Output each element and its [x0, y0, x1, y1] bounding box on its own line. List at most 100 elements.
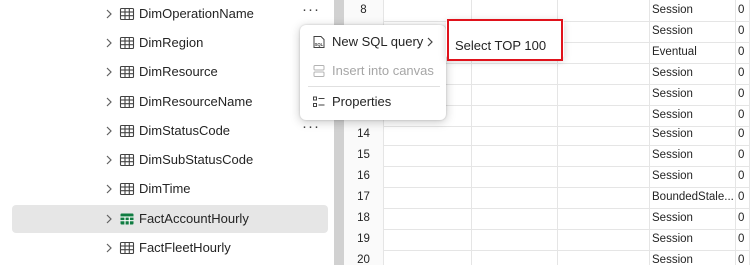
table-cell[interactable]	[384, 166, 472, 187]
row-number: 19	[344, 229, 384, 250]
table-cell[interactable]: Session	[650, 145, 736, 166]
table-cell[interactable]: 0	[736, 124, 750, 145]
table-cell[interactable]: 0	[736, 166, 750, 187]
table-cell[interactable]: 0	[736, 42, 750, 63]
tree-item-label: FactFleetHourly	[139, 240, 231, 255]
table-cell[interactable]	[558, 63, 650, 84]
table-cell[interactable]	[558, 42, 650, 63]
table-cell[interactable]	[558, 250, 650, 265]
table-cell[interactable]	[472, 229, 558, 250]
table-cell[interactable]: Session	[650, 229, 736, 250]
table-cell[interactable]	[472, 166, 558, 187]
table-cell[interactable]	[472, 63, 558, 84]
table-row: 17 BoundedStale... 0	[344, 187, 750, 209]
table-row: 15 Session 0	[344, 145, 750, 167]
tree-item-factfleethourly[interactable]: FactFleetHourly	[12, 234, 328, 262]
chevron-right-icon[interactable]	[102, 124, 116, 138]
table-cell[interactable]	[384, 229, 472, 250]
tree-item-dimsubstatuscode[interactable]: DimSubStatusCode	[12, 146, 328, 174]
menu-item-insert-into-canvas[interactable]: Insert into canvas	[300, 58, 446, 84]
table-cell[interactable]	[472, 84, 558, 105]
table-cell[interactable]: Session	[650, 124, 736, 145]
table-cell[interactable]	[558, 0, 650, 21]
chevron-right-icon[interactable]	[102, 65, 116, 79]
table-cell[interactable]	[558, 124, 650, 145]
table-cell[interactable]: Session	[650, 21, 736, 42]
table-cell[interactable]: Session	[650, 166, 736, 187]
row-number: 16	[344, 166, 384, 187]
table-cell[interactable]	[558, 187, 650, 208]
chevron-right-icon[interactable]	[102, 7, 116, 21]
table-cell[interactable]	[384, 124, 472, 145]
table-cell[interactable]	[472, 187, 558, 208]
table-cell[interactable]	[384, 250, 472, 265]
chevron-right-icon[interactable]	[102, 95, 116, 109]
table-cell[interactable]	[472, 0, 558, 21]
table-icon	[119, 153, 135, 167]
object-explorer-tree: DimOperationName ··· DimRegion DimResour…	[0, 0, 334, 265]
tree-item-dimresource[interactable]: DimResource	[12, 58, 328, 86]
menu-item-label: Properties	[332, 94, 392, 109]
table-cell[interactable]: 0	[736, 84, 750, 105]
table-cell[interactable]: 0	[736, 145, 750, 166]
tree-item-dimstatuscode[interactable]: DimStatusCode ···	[12, 117, 328, 145]
table-cell[interactable]: Session	[650, 250, 736, 265]
table-cell[interactable]: 0	[736, 250, 750, 265]
table-cell[interactable]	[384, 187, 472, 208]
table-cell[interactable]	[558, 229, 650, 250]
table-cell[interactable]	[472, 124, 558, 145]
table-cell[interactable]	[384, 145, 472, 166]
tree-item-factaccounthourly[interactable]: FactAccountHourly	[12, 205, 328, 233]
tree-item-dimresourcename[interactable]: DimResourceName	[12, 88, 328, 116]
row-number: 17	[344, 187, 384, 208]
tree-item-label: DimTime	[139, 181, 191, 196]
table-cell[interactable]	[558, 145, 650, 166]
table-cell[interactable]	[558, 21, 650, 42]
chevron-right-icon[interactable]	[102, 212, 116, 226]
row-number: 8	[344, 0, 384, 21]
table-cell[interactable]	[472, 208, 558, 229]
chevron-right-icon[interactable]	[102, 182, 116, 196]
table-cell[interactable]: 0	[736, 0, 750, 21]
table-cell[interactable]: 0	[736, 208, 750, 229]
table-cell[interactable]	[384, 208, 472, 229]
table-cell[interactable]: 0	[736, 21, 750, 42]
tree-item-dimtime[interactable]: DimTime	[12, 175, 328, 203]
table-cell[interactable]	[558, 84, 650, 105]
table-cell[interactable]: 0	[736, 105, 750, 126]
menu-item-properties[interactable]: Properties	[300, 89, 446, 115]
table-cell[interactable]: Session	[650, 84, 736, 105]
table-icon	[119, 241, 135, 255]
table-cell[interactable]: 0	[736, 229, 750, 250]
tree-item-label: FactAccountHourly	[139, 211, 249, 226]
table-cell[interactable]	[558, 105, 650, 126]
chevron-right-icon[interactable]	[102, 241, 116, 255]
more-options-button[interactable]: ···	[302, 1, 320, 18]
tree-item-dimregion[interactable]: DimRegion	[12, 29, 328, 57]
table-row: 20 Session 0	[344, 250, 750, 265]
table-cell[interactable]: 0	[736, 63, 750, 84]
table-cell[interactable]: BoundedStale...	[650, 187, 736, 208]
table-cell[interactable]	[558, 166, 650, 187]
table-cell[interactable]: Eventual	[650, 42, 736, 63]
tree-item-dimoperationname[interactable]: DimOperationName ···	[12, 0, 328, 28]
table-cell[interactable]: 0	[736, 187, 750, 208]
context-menu: SQL New SQL query Insert into canvas Pro…	[300, 25, 446, 120]
table-cell[interactable]	[472, 250, 558, 265]
table-cell[interactable]	[384, 0, 472, 21]
more-options-button[interactable]: ···	[302, 118, 320, 135]
tree-item-label: DimRegion	[139, 35, 204, 50]
chevron-right-icon[interactable]	[102, 153, 116, 167]
table-cell[interactable]: Session	[650, 208, 736, 229]
table-cell[interactable]	[472, 105, 558, 126]
chevron-right-icon[interactable]	[102, 36, 116, 50]
table-cell[interactable]	[558, 208, 650, 229]
properties-icon	[313, 96, 325, 107]
menu-item-label: New SQL query	[332, 34, 424, 49]
table-cell[interactable]: Session	[650, 63, 736, 84]
menu-item-new-sql-query[interactable]: SQL New SQL query	[300, 29, 446, 55]
table-cell[interactable]: Session	[650, 0, 736, 21]
table-cell[interactable]: Session	[650, 105, 736, 126]
row-number: 14	[344, 124, 384, 145]
table-cell[interactable]	[472, 145, 558, 166]
